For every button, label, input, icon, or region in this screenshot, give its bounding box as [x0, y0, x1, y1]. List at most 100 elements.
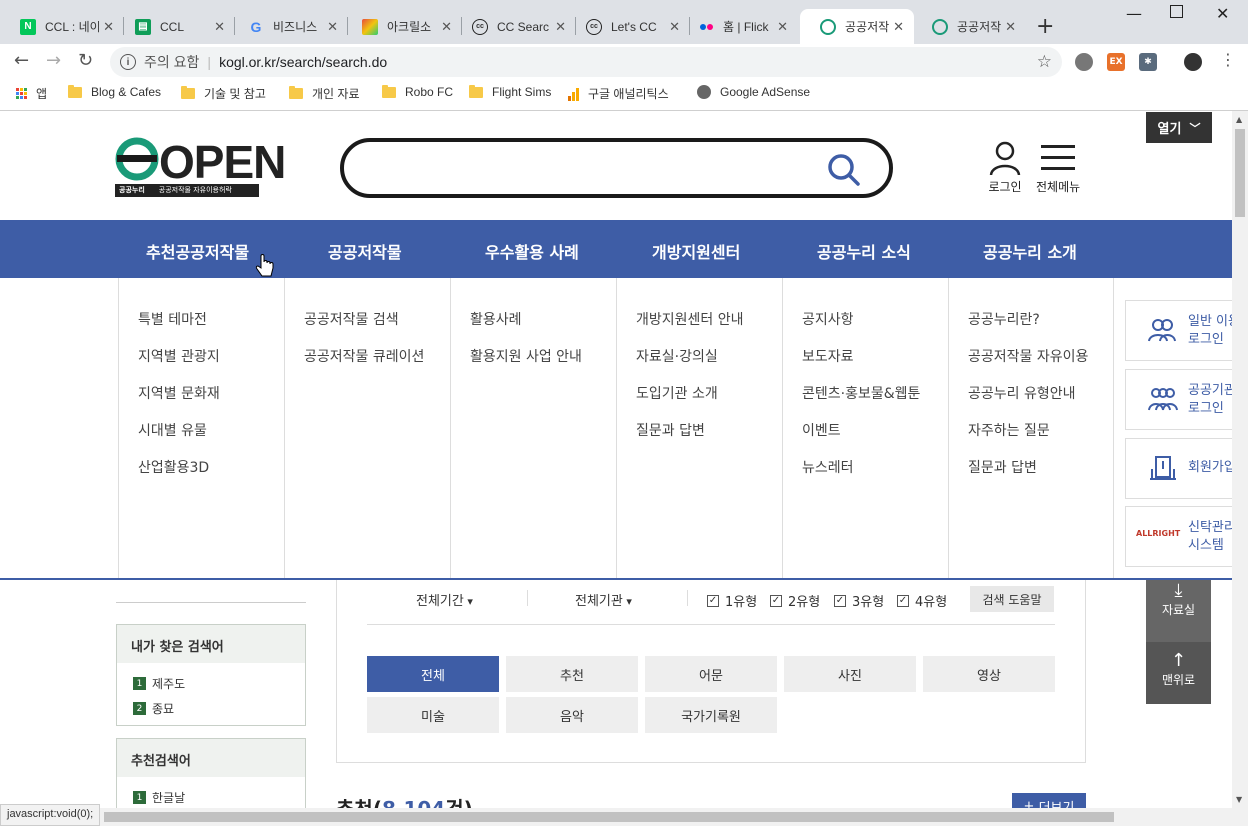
minimize-icon[interactable]: —	[1126, 4, 1142, 23]
menu-item[interactable]: 보도자료	[802, 346, 854, 366]
agency-login-card[interactable]: 공공기관 로그인	[1125, 369, 1232, 430]
back-to-top-button[interactable]: ↑ 맨위로	[1146, 642, 1211, 704]
more-menu-icon[interactable]: ⋮	[1220, 50, 1236, 69]
tab-4[interactable]: 아크릴소 ✕	[342, 9, 462, 44]
security-warning[interactable]: 주의 요함	[144, 52, 199, 72]
category-photo[interactable]: 사진	[784, 656, 916, 692]
menu-item[interactable]: 질문과 답변	[636, 420, 705, 440]
bookmark-folder[interactable]: Blog & Cafes	[68, 84, 161, 99]
menu-item[interactable]: 공공저작물 자유이용	[968, 346, 1088, 366]
back-icon[interactable]: ←	[14, 50, 29, 71]
period-dropdown[interactable]: 전체기간	[416, 590, 473, 609]
menu-item[interactable]: 도입기관 소개	[636, 383, 718, 403]
close-icon[interactable]: ✕	[893, 19, 904, 35]
window-close-icon[interactable]: ✕	[1216, 4, 1229, 23]
menu-item[interactable]: 공공누리란?	[968, 309, 1040, 329]
menu-item[interactable]: 특별 테마전	[138, 309, 207, 329]
nav-public-works[interactable]: 공공저작물	[328, 239, 402, 263]
tab-9[interactable]: 공공저작 ✕	[912, 9, 1026, 44]
menu-item[interactable]: 지역별 관광지	[138, 346, 220, 366]
new-tab-icon[interactable]: +	[1036, 14, 1054, 39]
archive-button[interactable]: ⤓ 자료실	[1146, 580, 1211, 642]
menu-item[interactable]: 산업활용3D	[138, 457, 209, 477]
close-icon[interactable]: ✕	[441, 19, 452, 35]
nav-news[interactable]: 공공누리 소식	[817, 239, 911, 263]
menu-item[interactable]: 시대별 유물	[138, 420, 207, 440]
open-logo[interactable]: OPEN 공공누리 공공저작물 자유이용허락	[115, 136, 286, 199]
bookmark-apps[interactable]: 앱	[16, 85, 47, 102]
login-button[interactable]: 로그인	[988, 141, 1022, 195]
nav-support-center[interactable]: 개방지원센터	[652, 239, 740, 263]
bookmark-folder[interactable]: 개인 자료	[289, 85, 360, 102]
search-help-button[interactable]: 검색 도움말	[970, 586, 1054, 612]
category-video[interactable]: 영상	[923, 656, 1055, 692]
extension-cloud-icon[interactable]	[1075, 53, 1093, 71]
category-national-archives[interactable]: 국가기록원	[645, 697, 777, 733]
tab-8-active[interactable]: 공공저작 ✕	[800, 9, 914, 44]
address-bar[interactable]: i 주의 요함 | kogl.or.kr/search/search.do ☆	[110, 47, 1062, 77]
tab-6[interactable]: cc Let's CC ✕	[566, 9, 690, 44]
menu-item[interactable]: 공공저작물 검색	[304, 309, 399, 329]
type4-checkbox[interactable]: ✓ 4유형	[897, 591, 947, 610]
tab-7[interactable]: 홈 | Flick ✕	[678, 9, 798, 44]
keyword-item[interactable]: 2 종묘	[133, 700, 174, 717]
category-all[interactable]: 전체	[367, 656, 499, 692]
menu-item[interactable]: 자주하는 질문	[968, 420, 1050, 440]
menu-item[interactable]: 공공저작물 큐레이션	[304, 346, 424, 366]
close-icon[interactable]: ✕	[327, 19, 338, 35]
more-button[interactable]: + 더보기	[1012, 793, 1086, 808]
type1-checkbox[interactable]: ✓ 1유형	[707, 591, 757, 610]
tab-5[interactable]: cc CC Searc ✕	[452, 9, 576, 44]
category-recommended[interactable]: 추천	[506, 656, 638, 692]
menu-item[interactable]: 활용지원 사업 안내	[470, 346, 582, 366]
search-input[interactable]	[340, 138, 893, 198]
category-art[interactable]: 미술	[367, 697, 499, 733]
menu-item[interactable]: 지역별 문화재	[138, 383, 220, 403]
scroll-up-icon[interactable]: ▲	[1236, 115, 1242, 124]
reload-icon[interactable]: ↻	[78, 50, 93, 71]
menu-item[interactable]: 콘텐츠·홍보물&웹툰	[802, 383, 920, 403]
menu-item[interactable]: 자료실·강의실	[636, 346, 718, 366]
extension-puzzle-icon[interactable]: ✱	[1139, 53, 1157, 71]
horizontal-scrollbar[interactable]	[0, 808, 1248, 826]
vertical-scrollbar[interactable]: ▲ ▼	[1232, 111, 1248, 808]
maximize-icon[interactable]	[1170, 5, 1183, 18]
bookmark-adsense[interactable]: Google AdSense	[697, 85, 810, 99]
bookmark-folder[interactable]: Robo FC	[382, 84, 453, 99]
category-literature[interactable]: 어문	[645, 656, 777, 692]
menu-item[interactable]: 공공누리 유형안내	[968, 383, 1076, 403]
forward-icon[interactable]: →	[46, 50, 61, 71]
bookmark-analytics[interactable]: 구글 애널리틱스	[568, 85, 669, 102]
close-icon[interactable]: ✕	[1005, 19, 1016, 35]
menu-item[interactable]: 뉴스레터	[802, 457, 854, 477]
trust-system-card[interactable]: ALLRIGHT 신탁관리 시스템	[1125, 506, 1232, 567]
search-icon[interactable]	[827, 153, 861, 187]
bookmark-folder[interactable]: 기술 및 참고	[181, 85, 266, 102]
close-icon[interactable]: ✕	[555, 19, 566, 35]
menu-item[interactable]: 공지사항	[802, 309, 854, 329]
agency-dropdown[interactable]: 전체기관	[575, 590, 632, 609]
signup-card[interactable]: 회원가입	[1125, 438, 1232, 499]
nav-about[interactable]: 공공누리 소개	[983, 239, 1077, 263]
close-icon[interactable]: ✕	[103, 19, 114, 35]
menu-item[interactable]: 질문과 답변	[968, 457, 1037, 477]
nav-recommended[interactable]: 추천공공저작물	[146, 239, 249, 263]
tab-1[interactable]: N CCL : 네이 ✕	[0, 9, 124, 44]
nav-best-cases[interactable]: 우수활용 사례	[485, 239, 579, 263]
extension-ex-icon[interactable]: EX	[1107, 53, 1125, 71]
open-button[interactable]: 열기 ﹀	[1146, 112, 1212, 143]
close-icon[interactable]: ✕	[214, 19, 225, 35]
profile-avatar[interactable]	[1184, 53, 1202, 71]
close-icon[interactable]: ✕	[777, 19, 788, 35]
bookmark-star-icon[interactable]: ☆	[1037, 52, 1052, 72]
info-icon[interactable]: i	[120, 54, 136, 70]
keyword-item[interactable]: 1 제주도	[133, 675, 185, 692]
keyword-item[interactable]: 1 한글날	[133, 789, 185, 806]
url-text[interactable]: kogl.or.kr/search/search.do	[219, 54, 387, 70]
menu-item[interactable]: 이벤트	[802, 420, 841, 440]
type3-checkbox[interactable]: ✓ 3유형	[834, 591, 884, 610]
all-menu-button[interactable]: 전체메뉴	[1036, 141, 1080, 195]
scroll-thumb[interactable]	[1235, 129, 1245, 217]
tab-2[interactable]: ▤ CCL ✕	[115, 9, 235, 44]
scroll-thumb[interactable]	[104, 812, 1114, 822]
